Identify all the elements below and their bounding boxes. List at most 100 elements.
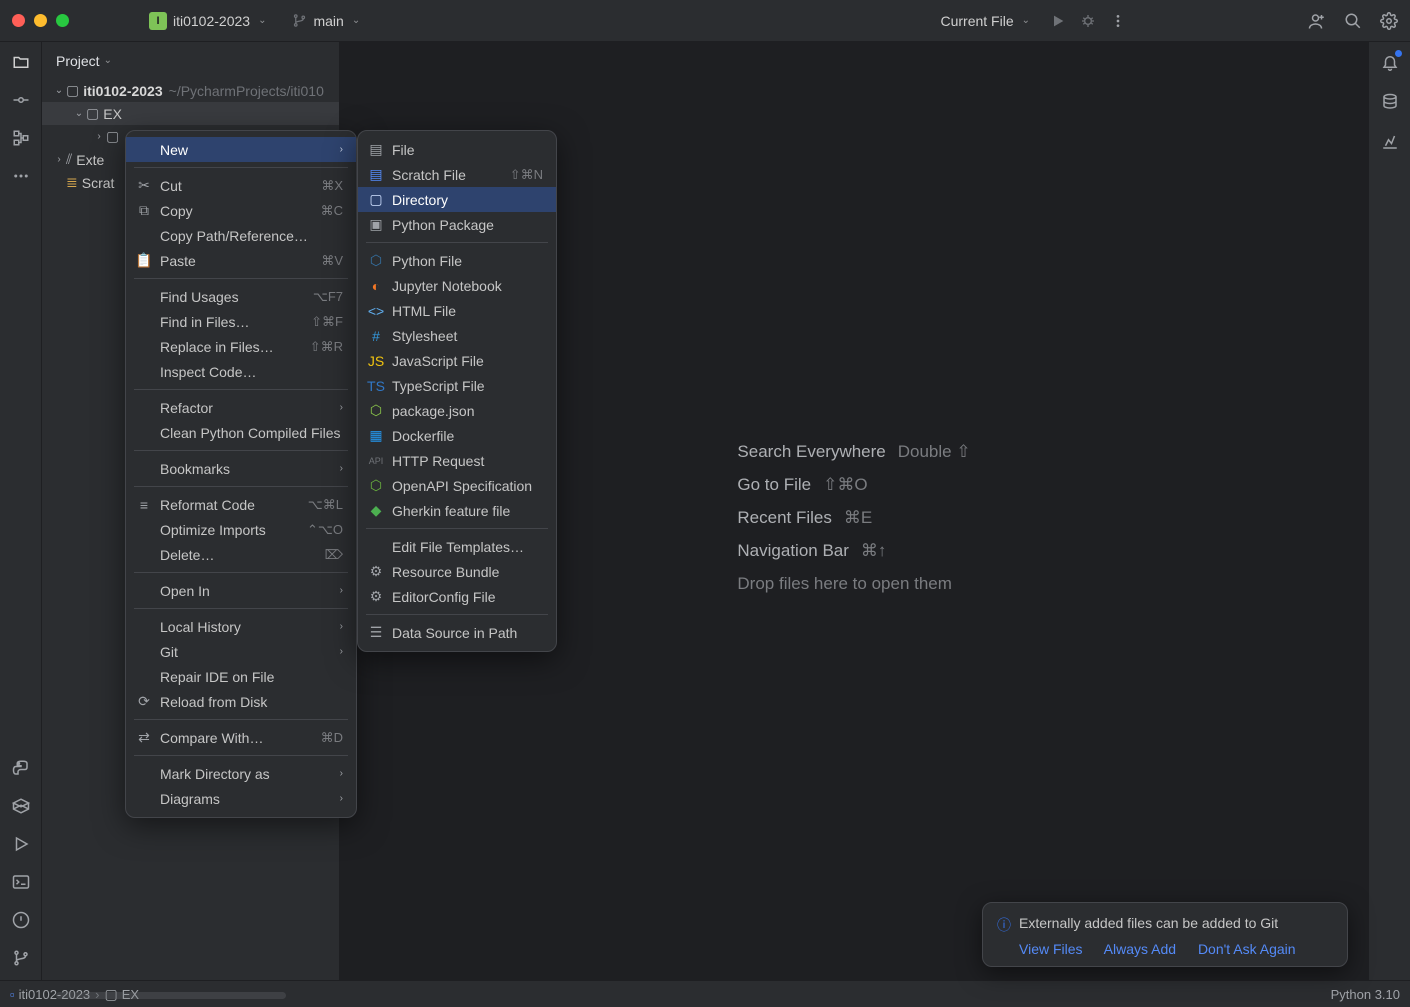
close-window-icon[interactable] [12,14,25,27]
scratch-icon: ≣ [66,174,78,191]
new-typescript[interactable]: TSTypeScript File [358,373,556,398]
more-horizontal-icon[interactable] [11,166,31,186]
menu-clean[interactable]: Clean Python Compiled Files [126,420,356,445]
new-datasource[interactable]: ☰Data Source in Path [358,620,556,645]
menu-new[interactable]: New› [126,137,356,162]
menu-refactor[interactable]: Refactor› [126,395,356,420]
terminal-icon[interactable] [11,872,31,892]
code-with-me-icon[interactable] [1308,12,1326,30]
debug-icon[interactable] [1080,13,1096,29]
structure-tool-icon[interactable] [11,128,31,148]
interpreter-label[interactable]: Python 3.10 [1331,987,1400,1002]
new-gherkin[interactable]: ◆Gherkin feature file [358,498,556,523]
python-packages-icon[interactable] [11,796,31,816]
menu-copy-path[interactable]: Copy Path/Reference… [126,223,356,248]
left-tool-rail [0,42,42,980]
notif-always-add-link[interactable]: Always Add [1104,941,1176,957]
settings-icon[interactable] [1380,12,1398,30]
editor-hints: Search EverywhereDouble ⇧ Go to File⇧⌘O … [737,429,970,594]
new-javascript[interactable]: JSJavaScript File [358,348,556,373]
menu-local-history[interactable]: Local History› [126,614,356,639]
new-python-file[interactable]: ⬡Python File [358,248,556,273]
menu-compare[interactable]: ⇄Compare With…⌘D [126,725,356,750]
menu-item-label: Bookmarks [160,461,230,477]
paste-icon: 📋 [135,252,153,269]
sciview-icon[interactable] [1380,132,1400,152]
new-submenu[interactable]: ▤File ▤Scratch File⇧⌘N ▢Directory ▣Pytho… [357,130,557,652]
new-dockerfile[interactable]: ▦Dockerfile [358,423,556,448]
menu-item-label: Reload from Disk [160,694,267,710]
project-tool-icon[interactable] [11,52,31,72]
menu-diagrams[interactable]: Diagrams › [126,786,356,811]
project-pane-header[interactable]: Project ⌄ [42,42,339,79]
chevron-down-icon: ⌄ [352,15,360,26]
chevron-right-icon: › [340,646,343,657]
new-resource-bundle[interactable]: ⚙Resource Bundle [358,559,556,584]
new-jupyter[interactable]: ◐Jupyter Notebook [358,273,556,298]
menu-item-label: Diagrams [160,791,220,807]
menu-reformat[interactable]: ≡Reformat Code⌥⌘L [126,492,356,517]
project-name-label: iti0102-2023 [173,13,250,29]
menu-open-in[interactable]: Open In› [126,578,356,603]
menu-item-label: Directory [392,192,448,208]
menu-item-label: File [392,142,415,158]
npm-icon: ⬡ [367,402,385,419]
tree-root[interactable]: ⌄ ▢ iti0102-2023 ~/PycharmProjects/iti01… [42,79,339,102]
maximize-window-icon[interactable] [56,14,69,27]
new-html[interactable]: <>HTML File [358,298,556,323]
hint-recent-label: Recent Files [737,508,831,528]
menu-inspect[interactable]: Inspect Code… [126,359,356,384]
chevron-right-icon: › [340,793,343,804]
branch-dropdown[interactable]: main ⌄ [282,9,370,33]
database-icon[interactable] [1380,92,1400,112]
more-vertical-icon[interactable] [1110,13,1126,29]
menu-find-usages[interactable]: Find Usages⌥F7 [126,284,356,309]
new-editorconfig[interactable]: ⚙EditorConfig File [358,584,556,609]
tree-folder-ex[interactable]: ⌄ ▢ EX [42,102,339,125]
project-dropdown[interactable]: I iti0102-2023 ⌄ [139,8,276,34]
python-console-icon[interactable] [11,758,31,778]
menu-item-label: Open In [160,583,210,599]
window-controls[interactable] [12,14,69,27]
menu-optimize[interactable]: Optimize Imports⌃⌥O [126,517,356,542]
menu-repair[interactable]: Repair IDE on File [126,664,356,689]
services-icon[interactable] [11,834,31,854]
new-directory[interactable]: ▢Directory [358,187,556,212]
new-openapi[interactable]: ⬡OpenAPI Specification [358,473,556,498]
run-icon[interactable] [1050,13,1066,29]
info-icon: ⓘ [997,915,1011,935]
menu-find-in-files[interactable]: Find in Files…⇧⌘F [126,309,356,334]
menu-paste[interactable]: 📋Paste⌘V [126,248,356,273]
edit-file-templates[interactable]: Edit File Templates… [358,534,556,559]
menu-replace-in-files[interactable]: Replace in Files…⇧⌘R [126,334,356,359]
minimize-window-icon[interactable] [34,14,47,27]
menu-delete[interactable]: Delete…⌦ [126,542,356,567]
search-icon[interactable] [1344,12,1362,30]
menu-cut[interactable]: ✂Cut⌘X [126,173,356,198]
menu-copy[interactable]: ⧉Copy⌘C [126,198,356,223]
notif-dont-ask-link[interactable]: Don't Ask Again [1198,941,1296,957]
commit-tool-icon[interactable] [11,90,31,110]
notif-view-files-link[interactable]: View Files [1019,941,1083,957]
chevron-right-icon: › [340,144,343,155]
new-package-json[interactable]: ⬡ package.json [358,398,556,423]
menu-mark-directory[interactable]: Mark Directory as› [126,761,356,786]
horizontal-scrollbar[interactable] [56,992,286,999]
new-scratch[interactable]: ▤Scratch File⇧⌘N [358,162,556,187]
context-menu[interactable]: New› ✂Cut⌘X ⧉Copy⌘C Copy Path/Reference…… [125,130,357,818]
menu-item-label: Repair IDE on File [160,669,274,685]
new-stylesheet[interactable]: #Stylesheet [358,323,556,348]
compare-icon: ⇄ [135,729,153,746]
menu-bookmarks[interactable]: Bookmarks› [126,456,356,481]
menu-reload[interactable]: ⟳Reload from Disk [126,689,356,714]
git-tool-icon[interactable] [11,948,31,968]
new-file[interactable]: ▤File [358,137,556,162]
tree-folder-label: EX [103,106,122,122]
new-python-package[interactable]: ▣Python Package [358,212,556,237]
new-http[interactable]: APIHTTP Request [358,448,556,473]
menu-git[interactable]: Git› [126,639,356,664]
problems-icon[interactable] [11,910,31,930]
run-config-dropdown[interactable]: Current File ⌄ [930,9,1040,33]
notifications-icon[interactable] [1380,52,1400,72]
menu-item-label: package.json [392,403,475,419]
